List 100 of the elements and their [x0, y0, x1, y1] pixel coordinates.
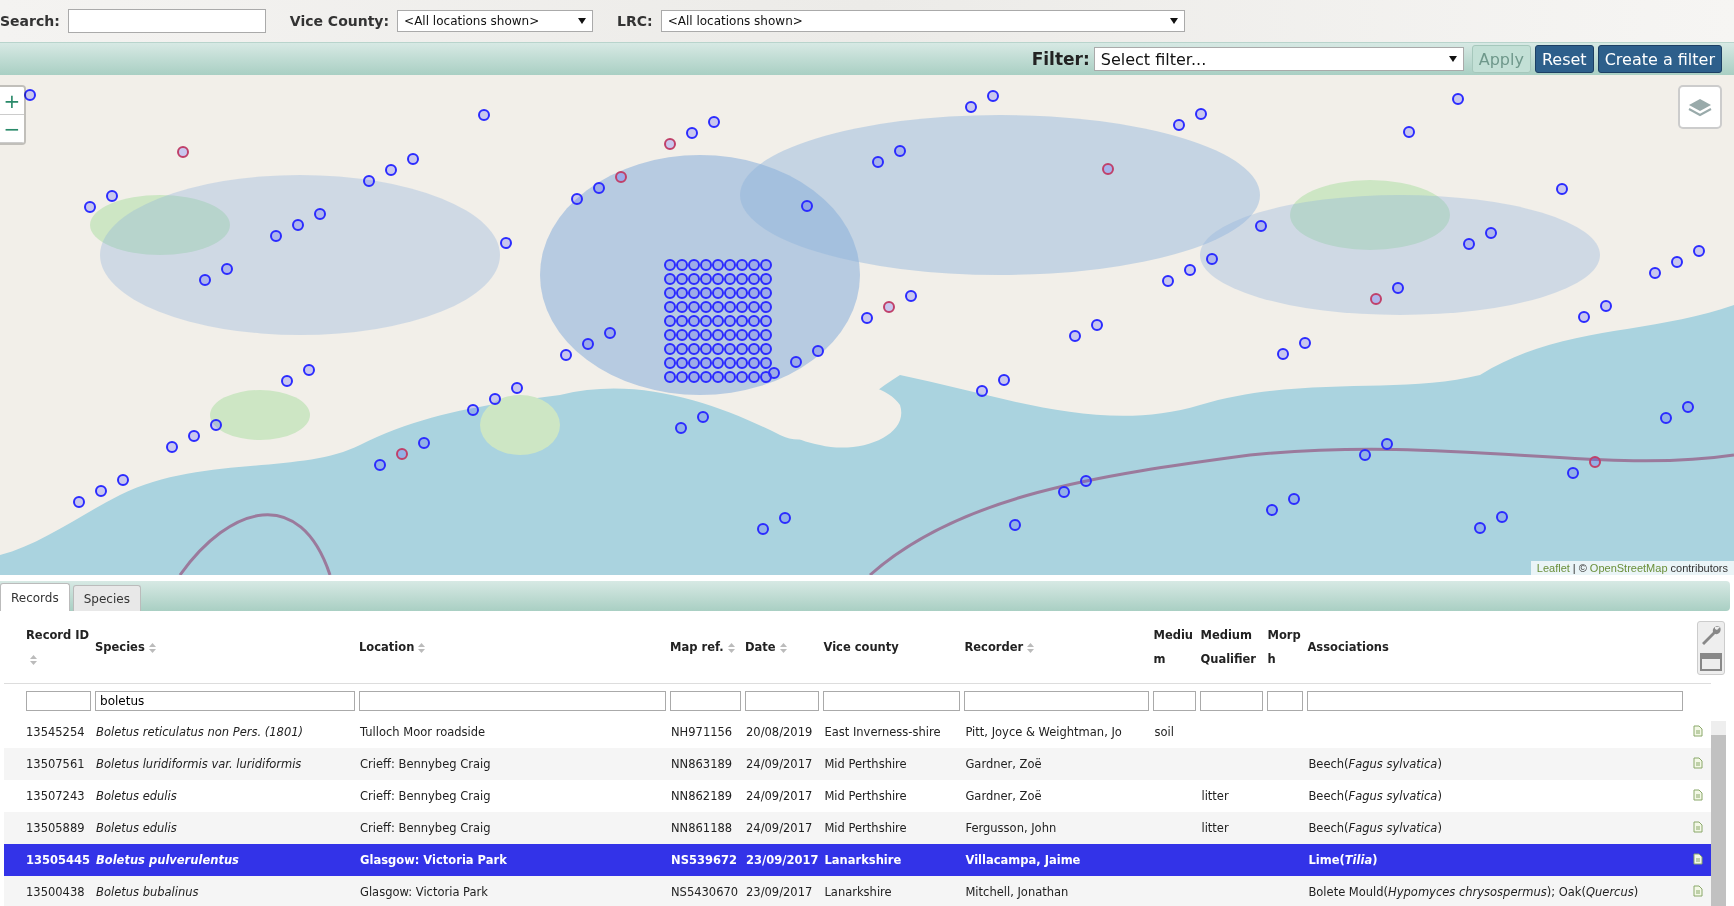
- table-cell: NH971156: [671, 725, 733, 739]
- table-cell: Boletus bubalinus: [96, 885, 199, 899]
- sort-icon[interactable]: [418, 642, 426, 653]
- table-cell: Crieff: Bennybeg Craig: [360, 789, 491, 803]
- column-header[interactable]: Medium: [1153, 623, 1197, 671]
- lrc-select[interactable]: <All locations shown>: [660, 10, 1185, 32]
- table-cell: 24/09/2017: [746, 789, 813, 803]
- table-cell: Beech(Fagus sylvatica): [1308, 757, 1442, 771]
- column-header[interactable]: Date: [745, 635, 776, 659]
- table-row[interactable]: 13507561 Boletus luridiformis var. luridiformis Crieff: Bennybeg Craig NN863189 24/09/2017 Mid Perthshire Gardner, Zoë Beech(Fagus sylvatica): [4, 748, 1712, 780]
- table-cell: Boletus reticulatus non Pers. (1801): [96, 725, 303, 739]
- column-header[interactable]: Recorder: [964, 635, 1024, 659]
- table-cell: Lanarkshire: [824, 853, 902, 867]
- tab[interactable]: Records: [0, 583, 70, 611]
- column-header[interactable]: Medium Qualifier: [1200, 623, 1264, 671]
- table-cell: Beech(Fagus sylvatica): [1308, 789, 1442, 803]
- sort-icon[interactable]: [779, 642, 787, 653]
- table-cell: 13507561: [26, 757, 85, 771]
- table-cell: Boletus pulverulentus: [96, 853, 239, 867]
- table-cell: Boletus luridiformis var. luridiformis: [96, 757, 302, 771]
- column-filter-field[interactable]: [1307, 691, 1684, 711]
- table-cell: 13545254: [26, 725, 85, 739]
- document-icon[interactable]: [1693, 852, 1704, 865]
- table-cell: 23/09/2017: [746, 853, 819, 867]
- tab[interactable]: Species: [72, 585, 141, 611]
- table-cell: 13505445: [26, 853, 90, 867]
- table-cell: Mid Perthshire: [824, 821, 907, 835]
- filter-label: Filter:: [1031, 49, 1090, 69]
- table-cell: East Inverness-shire: [824, 725, 941, 739]
- table-cell: Pitt, Joyce & Weightman, Jo: [965, 725, 1122, 739]
- column-header[interactable]: Map ref.: [670, 635, 724, 659]
- caret-icon: [1169, 18, 1178, 24]
- table-cell: Boletus edulis: [96, 789, 177, 803]
- table-cell: Gardner, Zoë: [965, 757, 1042, 771]
- column-header[interactable]: Associations: [1307, 635, 1389, 659]
- vice-county-select[interactable]: <All locations shown>: [397, 10, 594, 32]
- search-label: Search:: [0, 13, 60, 29]
- table-cell: 13500438: [26, 885, 85, 899]
- table-cell: Crieff: Bennybeg Craig: [360, 757, 491, 771]
- filter-button[interactable]: Create a filter: [1597, 45, 1722, 73]
- column-filter-field[interactable]: boletus: [95, 691, 355, 711]
- table-cell: Glasgow: Victoria Park: [360, 853, 507, 867]
- table-row[interactable]: 13500438 Boletus bubalinus Glasgow: Victoria Park NS5430670 23/09/2017 Lanarkshire Mitchell, Jonathan Bolete Mould(Hypomyces chrysospermus); Oak(Quercus): [4, 876, 1712, 906]
- table-cell: litter: [1201, 789, 1229, 803]
- table-cell: Tulloch Moor roadside: [360, 725, 486, 739]
- table-cell: soil: [1154, 725, 1174, 739]
- layers-button[interactable]: [1678, 85, 1722, 129]
- table-cell: Lanarkshire: [824, 885, 892, 899]
- table-cell: 23/09/2017: [746, 885, 813, 899]
- zoom-out-button[interactable]: −: [0, 115, 24, 143]
- lrc-label: LRC:: [617, 13, 653, 29]
- table-cell: NN861188: [671, 821, 733, 835]
- scrollbar[interactable]: [1711, 721, 1727, 906]
- search-field[interactable]: [67, 9, 266, 33]
- filter-button[interactable]: Reset: [1534, 45, 1594, 73]
- table-row[interactable]: 13545254 Boletus reticulatus non Pers. (1801) Tulloch Moor roadside NH971156 20/08/2019 East Inverness-shire Pitt, Joyce & Weightman, Jo soil: [4, 716, 1712, 748]
- attribution-separator: | ©: [1572, 562, 1587, 574]
- vice-county-label: Vice County:: [289, 13, 390, 29]
- table-cell: Crieff: Bennybeg Craig: [360, 821, 491, 835]
- column-filter-field[interactable]: [359, 691, 666, 711]
- table-row[interactable]: 13505889 Boletus edulis Crieff: Bennybeg Craig NN861188 24/09/2017 Mid Perthshire Fergusson, John litter Beech(Fagus sylvatica): [4, 812, 1712, 844]
- column-filter-field[interactable]: [26, 691, 91, 711]
- column-filter-field[interactable]: [745, 691, 820, 711]
- leaflet-link[interactable]: Leaflet: [1536, 562, 1570, 574]
- table-row[interactable]: 13507243 Boletus edulis Crieff: Bennybeg Craig NN862189 24/09/2017 Mid Perthshire Gardner, Zoë litter Beech(Fagus sylvatica): [4, 780, 1712, 812]
- table-cell: NN863189: [671, 757, 733, 771]
- table-cell: 13507243: [26, 789, 85, 803]
- table-cell: Gardner, Zoë: [965, 789, 1042, 803]
- table-cell: litter: [1201, 821, 1229, 835]
- filter-select[interactable]: Select filter...: [1093, 47, 1464, 71]
- caret-icon: [578, 18, 587, 24]
- column-header[interactable]: Record ID: [26, 623, 90, 647]
- table-cell: Boletus edulis: [96, 821, 177, 835]
- table-cell: Beech(Fagus sylvatica): [1308, 821, 1442, 835]
- column-filter-field[interactable]: [670, 691, 741, 711]
- column-header[interactable]: Location: [359, 635, 415, 659]
- sort-icon[interactable]: [30, 654, 37, 665]
- table-cell: Bolete Mould(Hypomyces chrysospermus); Oak(Quercus): [1308, 885, 1639, 899]
- table-cell: Fergusson, John: [965, 821, 1057, 835]
- sort-icon[interactable]: [148, 642, 156, 653]
- table-cell: Mid Perthshire: [824, 789, 907, 803]
- column-filter-field[interactable]: [1267, 691, 1304, 711]
- table-cell: Lime(Tilia): [1308, 853, 1378, 867]
- table-cell: 24/09/2017: [746, 757, 813, 771]
- sort-icon[interactable]: [727, 642, 735, 653]
- openstreetmap-link[interactable]: OpenStreetMap: [1589, 562, 1668, 574]
- column-filter-field[interactable]: [823, 691, 961, 711]
- column-header[interactable]: Species: [95, 635, 145, 659]
- attribution-text: contributors: [1670, 562, 1728, 574]
- column-filter-field[interactable]: [964, 691, 1150, 711]
- table-cell: 24/09/2017: [746, 821, 813, 835]
- window-icon[interactable]: [1700, 652, 1723, 672]
- column-filter-field[interactable]: [1153, 691, 1197, 711]
- column-filter-field[interactable]: [1200, 691, 1264, 711]
- sort-icon[interactable]: [1027, 642, 1035, 653]
- table-cell: 20/08/2019: [746, 725, 813, 739]
- column-header[interactable]: Vice county: [823, 635, 899, 659]
- column-header[interactable]: Morph: [1267, 623, 1304, 671]
- zoom-in-button[interactable]: +: [0, 87, 24, 115]
- table-cell: NS539672: [671, 853, 737, 867]
